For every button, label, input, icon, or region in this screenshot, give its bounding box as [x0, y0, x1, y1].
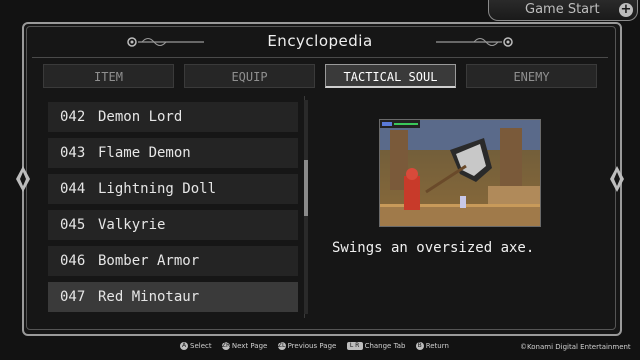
- button-hints: A Select ZR Next Page ZL Previous Page L RC…: [180, 342, 457, 350]
- right-edge-ornament-icon: [610, 166, 624, 192]
- list-item[interactable]: 043 Flame Demon: [48, 138, 298, 168]
- hint-previous-page: ZL Previous Page: [277, 342, 337, 350]
- hint-change-tab: L R Change Tab: [346, 342, 406, 350]
- hint-label: Change Tab: [364, 342, 406, 350]
- left-edge-ornament-icon: [16, 166, 30, 192]
- b-button-icon: B: [415, 342, 424, 350]
- list-item-selected[interactable]: 047 Red Minotaur: [48, 282, 298, 312]
- list-item[interactable]: 044 Lightning Doll: [48, 174, 298, 204]
- list-item-name: Lightning Doll: [98, 181, 217, 197]
- list-item[interactable]: 042 Demon Lord: [48, 102, 298, 132]
- tab-equip[interactable]: EQUIP: [184, 64, 315, 88]
- list-item-name: Red Minotaur: [98, 289, 200, 305]
- tab-tactical-soul[interactable]: TACTICAL SOUL: [325, 64, 456, 88]
- soul-list: 042 Demon Lord 043 Flame Demon 044 Light…: [34, 96, 305, 318]
- hint-label: Select: [190, 342, 212, 350]
- hint-label: Previous Page: [287, 342, 337, 350]
- soul-description: Swings an oversized axe.: [332, 240, 535, 256]
- list-item-number: 047: [60, 289, 86, 305]
- a-button-icon: A: [180, 342, 188, 350]
- list-item-number: 043: [60, 145, 86, 161]
- hint-next-page: ZR Next Page: [221, 342, 268, 350]
- list-item-name: Bomber Armor: [98, 253, 200, 269]
- copyright-text: ©Konami Digital Entertainment: [520, 343, 631, 351]
- list-item-number: 044: [60, 181, 86, 197]
- hint-label: Next Page: [231, 342, 268, 350]
- hint-select: A Select: [180, 342, 212, 350]
- list-item-name: Valkyrie: [98, 217, 166, 233]
- game-start-button[interactable]: Game Start +: [488, 0, 638, 21]
- title-divider: [32, 57, 608, 58]
- list-scrollbar-thumb[interactable]: [304, 160, 308, 216]
- list-item[interactable]: 046 Bomber Armor: [48, 246, 298, 276]
- list-item-number: 042: [60, 109, 86, 125]
- game-start-label: Game Start: [525, 2, 600, 17]
- zl-button-icon: ZL: [277, 342, 286, 350]
- list-item-name: Flame Demon: [98, 145, 191, 161]
- hint-label: Return: [425, 342, 449, 350]
- page-title: Encyclopedia: [267, 32, 373, 50]
- zr-button-icon: ZR: [221, 342, 231, 350]
- hint-return: B Return: [415, 342, 449, 350]
- tab-enemy[interactable]: ENEMY: [466, 64, 597, 88]
- list-item-number: 045: [60, 217, 86, 233]
- list-item[interactable]: 045 Valkyrie: [48, 210, 298, 240]
- plus-button-icon: +: [619, 2, 633, 17]
- tab-item[interactable]: ITEM: [43, 64, 174, 88]
- lr-button-icon: L R: [346, 342, 363, 350]
- soul-preview-image: [379, 119, 541, 227]
- list-item-number: 046: [60, 253, 86, 269]
- list-item-name: Demon Lord: [98, 109, 183, 125]
